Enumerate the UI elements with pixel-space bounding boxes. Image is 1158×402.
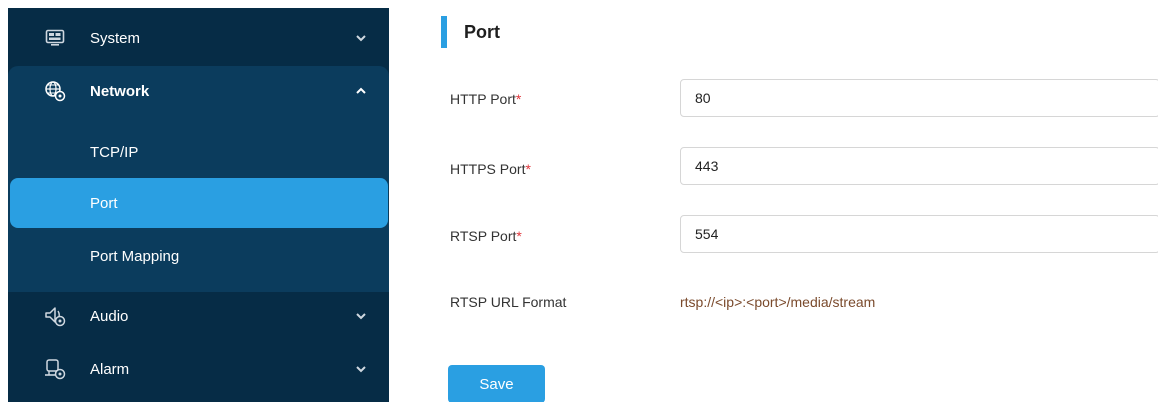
speaker-gear-icon [44,305,66,327]
chevron-down-icon [354,309,368,323]
globe-gear-icon [44,80,66,102]
sidebar-item-label: Alarm [90,360,130,378]
alarm-gear-icon [44,358,66,380]
rtsp-url-format-label: RTSP URL Format [450,294,567,310]
sidebar-item-label: TCP/IP [90,143,139,161]
port-settings-panel: Port HTTP Port* HTTPS Port* RTSP Port* R… [397,0,1158,402]
http-port-field[interactable] [680,79,1158,117]
sidebar-item-alarm[interactable]: Alarm [8,344,389,394]
rtsp-port-field[interactable] [680,215,1158,253]
section-accent-bar [441,16,447,48]
sidebar-item-system[interactable]: System [8,13,389,63]
http-port-input[interactable] [681,80,1158,116]
sidebar-item-label: Port [90,194,118,212]
monitor-icon [44,27,66,49]
field-label-text: RTSP Port [450,228,517,244]
https-port-label: HTTPS Port* [450,161,531,177]
https-port-field[interactable] [680,147,1158,185]
chevron-down-icon [354,31,368,45]
sidebar-item-label: Audio [90,307,129,325]
sidebar-item-label: Network [90,82,150,100]
field-label-text: HTTP Port [450,91,516,107]
chevron-up-icon [354,84,368,98]
required-mark: * [525,161,531,177]
sidebar-item-label: System [90,29,141,47]
chevron-down-icon [354,362,368,376]
field-label-text: HTTPS Port [450,161,526,177]
required-mark: * [515,91,522,107]
sidebar-item-label: Port Mapping [90,247,180,265]
sidebar-container: System Network TCP/IP Port Port Mapping … [0,0,397,402]
sidebar-item-audio[interactable]: Audio [8,291,389,341]
save-button[interactable]: Save [448,365,545,402]
rtsp-port-input[interactable] [681,216,1158,252]
sidebar-item-network[interactable]: Network [8,66,389,116]
rtsp-port-label: RTSP Port* [450,228,522,244]
sidebar-item-port-mapping[interactable]: Port Mapping [8,231,389,281]
page-title: Port [464,22,500,42]
sidebar: System Network TCP/IP Port Port Mapping … [8,8,389,402]
http-port-label: HTTP Port* [450,91,521,107]
sidebar-item-tcp-ip[interactable]: TCP/IP [8,127,389,177]
rtsp-url-format-value: rtsp://<ip>:<port>/media/stream [680,294,876,310]
https-port-input[interactable] [681,148,1158,184]
sidebar-item-port[interactable]: Port [10,178,388,228]
required-mark: * [516,228,522,244]
